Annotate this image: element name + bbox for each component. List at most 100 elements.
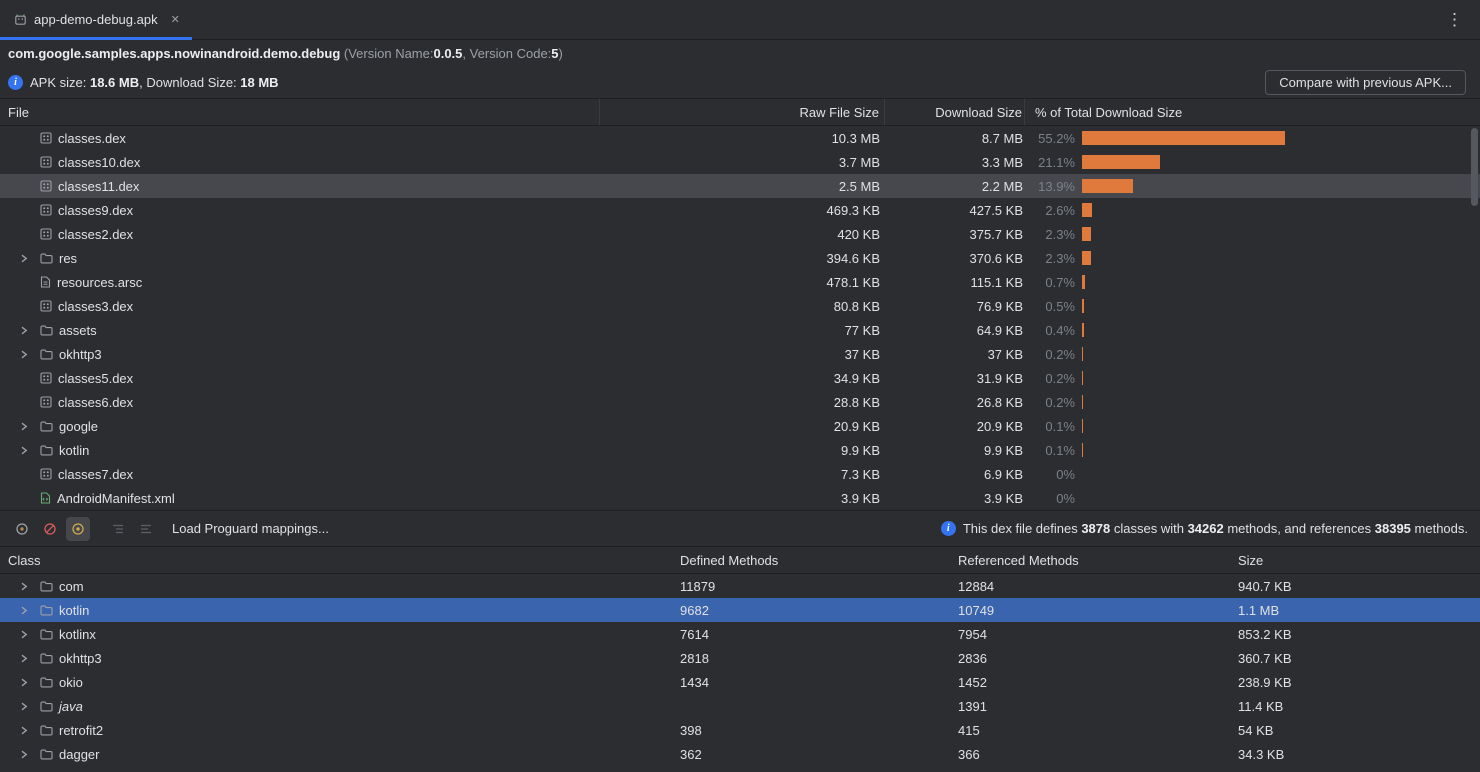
file-name-cell: classes5.dex	[0, 371, 600, 386]
class-table-header: Class Defined Methods Referenced Methods…	[0, 546, 1480, 574]
classes-count: 3878	[1081, 521, 1110, 536]
column-header-size[interactable]: Size	[1238, 553, 1480, 568]
dex-file-icon	[40, 372, 52, 384]
raw-file-size: 469.3 KB	[600, 203, 885, 218]
file-table-row[interactable]: google20.9 KB20.9 KB0.1%	[0, 414, 1480, 438]
dex-file-icon	[40, 396, 52, 408]
pct-of-total: 0.4%	[1025, 323, 1077, 338]
file-table-row[interactable]: okhttp337 KB37 KB0.2%	[0, 342, 1480, 366]
raw-file-size: 20.9 KB	[600, 419, 885, 434]
show-referenced-nodes-icon[interactable]	[66, 517, 90, 541]
pct-bar-cell	[1077, 347, 1480, 361]
class-name: okio	[59, 675, 83, 690]
summary-text-part: methods.	[1411, 521, 1468, 536]
file-name-cell: kotlin	[0, 443, 600, 458]
dex-file-icon	[40, 300, 52, 312]
file-table-row[interactable]: assets77 KB64.9 KB0.4%	[0, 318, 1480, 342]
collapse-all-icon[interactable]	[134, 517, 158, 541]
summary-text-part: This dex file defines	[963, 521, 1082, 536]
file-name: classes11.dex	[58, 179, 139, 194]
file-table-row[interactable]: classes11.dex2.5 MB2.2 MB13.9%	[0, 174, 1480, 198]
apk-file-icon	[14, 13, 27, 26]
class-size: 1.1 MB	[1238, 603, 1480, 618]
file-name-cell: classes9.dex	[0, 203, 600, 218]
chevron-right-icon[interactable]	[14, 654, 34, 663]
file-table-row[interactable]: classes9.dex469.3 KB427.5 KB2.6%	[0, 198, 1480, 222]
compare-previous-apk-button[interactable]: Compare with previous APK...	[1265, 70, 1466, 95]
class-table-row[interactable]: okhttp328182836360.7 KB	[0, 646, 1480, 670]
column-header-raw-file-size[interactable]: Raw File Size	[600, 99, 885, 125]
class-name: okhttp3	[59, 651, 102, 666]
class-table-row[interactable]: okio14341452238.9 KB	[0, 670, 1480, 694]
package-folder-icon	[40, 749, 53, 760]
pct-bar	[1082, 299, 1084, 313]
column-header-file[interactable]: File	[0, 99, 600, 125]
class-name-cell: okhttp3	[8, 651, 680, 666]
chevron-right-icon[interactable]	[14, 606, 34, 615]
class-name-cell: kotlin	[8, 603, 680, 618]
class-table-row[interactable]: java139111.4 KB	[0, 694, 1480, 718]
file-name: kotlin	[59, 443, 89, 458]
class-size: 54 KB	[1238, 723, 1480, 738]
file-table-row[interactable]: AndroidManifest.xml3.9 KB3.9 KB0%	[0, 486, 1480, 510]
show-removed-nodes-icon[interactable]	[38, 517, 62, 541]
download-size: 3.9 KB	[885, 491, 1025, 506]
more-options-icon[interactable]: ⋮	[1430, 10, 1480, 30]
chevron-right-icon[interactable]	[14, 630, 34, 639]
tab-apk-file[interactable]: app-demo-debug.apk ✕	[0, 0, 192, 39]
file-table-row[interactable]: classes5.dex34.9 KB31.9 KB0.2%	[0, 366, 1480, 390]
column-header-defined-methods[interactable]: Defined Methods	[680, 553, 958, 568]
class-name-cell: dagger	[8, 747, 680, 762]
defined-methods: 2818	[680, 651, 958, 666]
chevron-right-icon[interactable]	[14, 582, 34, 591]
file-table-row[interactable]: classes2.dex420 KB375.7 KB2.3%	[0, 222, 1480, 246]
file-table-row[interactable]: resources.arsc478.1 KB115.1 KB0.7%	[0, 270, 1480, 294]
pct-bar-cell	[1077, 227, 1480, 241]
column-header-pct-of-total[interactable]: % of Total Download Size	[1025, 99, 1480, 125]
version-code-label: , Version Code:	[462, 46, 551, 61]
chevron-right-icon[interactable]	[14, 726, 34, 735]
referenced-methods: 415	[958, 723, 1238, 738]
file-table-row[interactable]: classes6.dex28.8 KB26.8 KB0.2%	[0, 390, 1480, 414]
load-proguard-mappings-link[interactable]: Load Proguard mappings...	[172, 521, 329, 536]
file-name: classes5.dex	[58, 371, 133, 386]
chevron-right-icon[interactable]	[14, 678, 34, 687]
class-table-row[interactable]: retrofit239841554 KB	[0, 718, 1480, 742]
column-header-download-size[interactable]: Download Size	[885, 99, 1025, 125]
class-table-body: com1187912884940.7 KBkotlin9682107491.1 …	[0, 574, 1480, 772]
file-table-row[interactable]: classes.dex10.3 MB8.7 MB55.2%	[0, 126, 1480, 150]
package-folder-icon	[40, 701, 53, 712]
defined-methods: 1434	[680, 675, 958, 690]
pct-bar-cell	[1077, 299, 1480, 313]
chevron-right-icon[interactable]	[14, 750, 34, 759]
chevron-right-icon[interactable]	[14, 422, 34, 431]
file-name: resources.arsc	[57, 275, 142, 290]
chevron-right-icon[interactable]	[14, 350, 34, 359]
column-header-class[interactable]: Class	[8, 553, 680, 568]
chevron-right-icon[interactable]	[14, 446, 34, 455]
class-table-row[interactable]: dagger36236634.3 KB	[0, 742, 1480, 766]
download-size: 20.9 KB	[885, 419, 1025, 434]
defined-methods: 9682	[680, 603, 958, 618]
class-table-row[interactable]: com1187912884940.7 KB	[0, 574, 1480, 598]
raw-file-size: 420 KB	[600, 227, 885, 242]
file-table-row[interactable]: kotlin9.9 KB9.9 KB0.1%	[0, 438, 1480, 462]
class-table-row[interactable]: kotlin9682107491.1 MB	[0, 598, 1480, 622]
file-table-row[interactable]: classes10.dex3.7 MB3.3 MB21.1%	[0, 150, 1480, 174]
scrollbar-thumb[interactable]	[1471, 128, 1478, 206]
close-tab-icon[interactable]: ✕	[171, 13, 180, 26]
show-fields-icon[interactable]	[10, 517, 34, 541]
dex-file-icon	[40, 204, 52, 216]
class-table-row[interactable]: kotlinx76147954853.2 KB	[0, 622, 1480, 646]
package-folder-icon	[40, 581, 53, 592]
expand-all-icon[interactable]	[106, 517, 130, 541]
file-table-row[interactable]: res394.6 KB370.6 KB2.3%	[0, 246, 1480, 270]
class-name-cell: java	[8, 699, 680, 714]
file-table-row[interactable]: classes7.dex7.3 KB6.9 KB0%	[0, 462, 1480, 486]
column-header-referenced-methods[interactable]: Referenced Methods	[958, 553, 1238, 568]
chevron-right-icon[interactable]	[14, 326, 34, 335]
chevron-right-icon[interactable]	[14, 254, 34, 263]
chevron-right-icon[interactable]	[14, 702, 34, 711]
file-table-row[interactable]: classes3.dex80.8 KB76.9 KB0.5%	[0, 294, 1480, 318]
editor-tab-bar: app-demo-debug.apk ✕ ⋮	[0, 0, 1480, 40]
